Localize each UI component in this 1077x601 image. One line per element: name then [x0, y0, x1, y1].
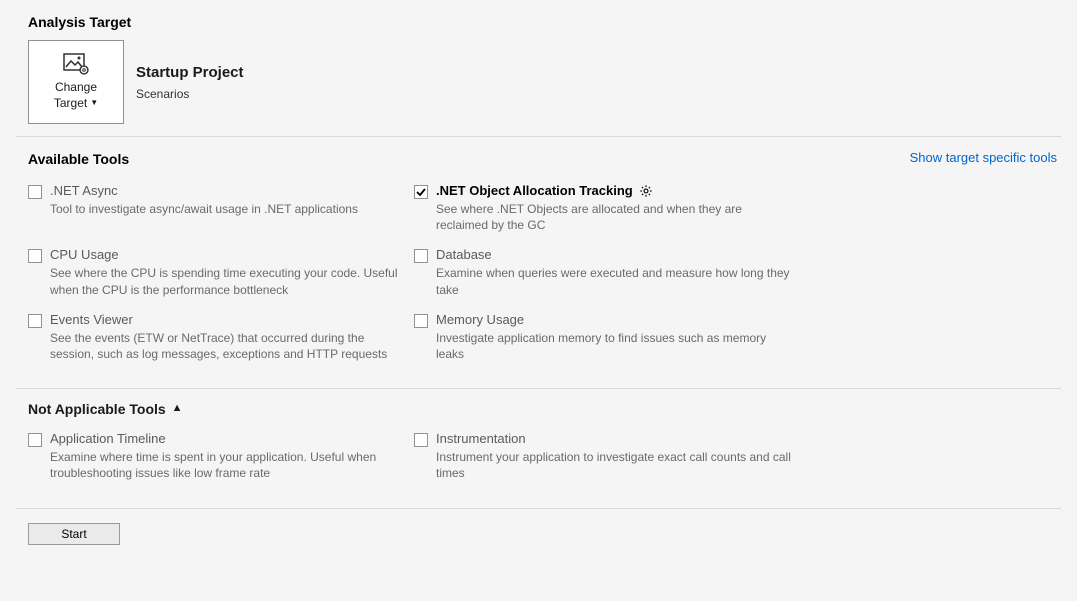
tool-label-row: Application Timeline: [50, 431, 408, 446]
tool-body: .NET Async Tool to investigate async/awai…: [50, 183, 408, 217]
tool-description: See where the CPU is spending time execu…: [50, 265, 408, 297]
tool-label[interactable]: Application Timeline: [50, 431, 166, 446]
available-tools-header: Available Tools: [0, 137, 129, 177]
target-subtitle: Scenarios: [136, 87, 244, 101]
tool-body: .NET Object Allocation Tracking See where…: [436, 183, 794, 233]
tool-checkbox[interactable]: [28, 185, 42, 199]
tool-body: Events Viewer See the events (ETW or NetT…: [50, 312, 408, 362]
tool-item: Events Viewer See the events (ETW or NetT…: [28, 308, 408, 372]
tool-description: Tool to investigate async/await usage in…: [50, 201, 408, 217]
tool-label[interactable]: Instrumentation: [436, 431, 526, 446]
not-applicable-header[interactable]: Not Applicable Tools ▲: [0, 389, 1077, 425]
tool-label[interactable]: .NET Async: [50, 183, 118, 198]
tool-description: Instrument your application to investiga…: [436, 449, 794, 481]
tool-checkbox[interactable]: [28, 314, 42, 328]
tool-description: See where .NET Objects are allocated and…: [436, 201, 794, 233]
target-info: Startup Project Scenarios: [136, 64, 244, 101]
tool-item: Memory Usage Investigate application memo…: [414, 308, 794, 372]
tool-checkbox[interactable]: [414, 249, 428, 263]
not-applicable-label: Not Applicable Tools: [28, 401, 166, 417]
tool-description: See the events (ETW or NetTrace) that oc…: [50, 330, 408, 362]
tool-description: Examine when queries were executed and m…: [436, 265, 794, 297]
analysis-target-row: Change Target ▼ Startup Project Scenario…: [0, 40, 1077, 136]
tool-item: Database Examine when queries were execut…: [414, 243, 794, 307]
tool-label[interactable]: .NET Object Allocation Tracking: [436, 183, 633, 198]
tool-label-row: Database: [436, 247, 794, 262]
tool-body: Memory Usage Investigate application memo…: [436, 312, 794, 362]
chevron-down-icon: ▼: [90, 98, 98, 109]
tool-label-row: .NET Async: [50, 183, 408, 198]
tool-label[interactable]: CPU Usage: [50, 247, 119, 262]
target-title: Startup Project: [136, 64, 244, 81]
tool-label[interactable]: Memory Usage: [436, 312, 524, 327]
tool-item: Instrumentation Instrument your applicati…: [414, 427, 794, 491]
tool-body: CPU Usage See where the CPU is spending t…: [50, 247, 408, 297]
tool-checkbox[interactable]: [414, 185, 428, 199]
tool-checkbox[interactable]: [414, 314, 428, 328]
tool-body: Database Examine when queries were execut…: [436, 247, 794, 297]
start-button[interactable]: Start: [28, 523, 120, 545]
chevron-up-icon: ▲: [172, 402, 183, 414]
tool-label-row: Instrumentation: [436, 431, 794, 446]
available-tools-grid: .NET Async Tool to investigate async/awai…: [0, 177, 1077, 388]
tool-checkbox[interactable]: [28, 249, 42, 263]
tool-description: Investigate application memory to find i…: [436, 330, 794, 362]
gear-icon[interactable]: [639, 184, 653, 198]
tool-label[interactable]: Database: [436, 247, 492, 262]
change-target-label-1: Change: [55, 79, 97, 95]
tool-label-row: CPU Usage: [50, 247, 408, 262]
change-target-label-2: Target: [54, 95, 87, 111]
show-target-specific-link[interactable]: Show target specific tools: [910, 150, 1057, 165]
tool-description: Examine where time is spent in your appl…: [50, 449, 408, 481]
tool-label[interactable]: Events Viewer: [50, 312, 133, 327]
tool-body: Application Timeline Examine where time i…: [50, 431, 408, 481]
tool-label-row: Events Viewer: [50, 312, 408, 327]
not-applicable-grid: Application Timeline Examine where time i…: [0, 425, 1077, 507]
change-target-button[interactable]: Change Target ▼: [28, 40, 124, 124]
tool-item: CPU Usage See where the CPU is spending t…: [28, 243, 408, 307]
tool-body: Instrumentation Instrument your applicati…: [436, 431, 794, 481]
tool-item: Application Timeline Examine where time i…: [28, 427, 408, 491]
tool-label-row: .NET Object Allocation Tracking: [436, 183, 794, 198]
analysis-target-header: Analysis Target: [0, 0, 1077, 40]
tool-item: .NET Object Allocation Tracking See where…: [414, 179, 794, 243]
tool-item: .NET Async Tool to investigate async/awai…: [28, 179, 408, 243]
tool-label-row: Memory Usage: [436, 312, 794, 327]
tool-checkbox[interactable]: [28, 433, 42, 447]
tool-checkbox[interactable]: [414, 433, 428, 447]
image-gear-icon: [63, 53, 89, 75]
